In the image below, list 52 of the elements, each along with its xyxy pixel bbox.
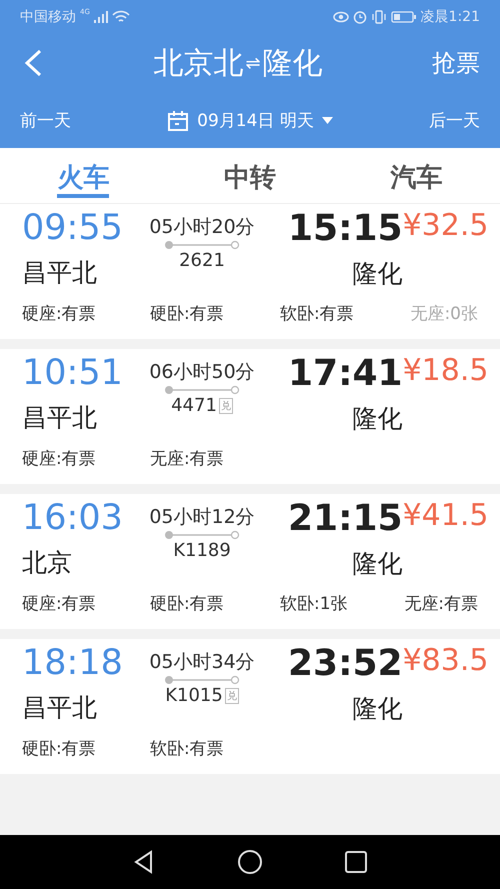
seat-availability: 硬卧:有票: [22, 738, 97, 760]
arrival-station: 隆化: [352, 403, 403, 435]
arrival-time: 15:15: [288, 208, 403, 249]
arrival-time: 17:41: [288, 353, 403, 394]
seat-availability: 无座:有票: [150, 448, 225, 470]
exchange-badge: 兑: [218, 398, 233, 414]
exchange-badge: 兑: [224, 688, 239, 704]
duration: 05小时20分: [149, 215, 255, 240]
origin-station: 北京北: [153, 44, 244, 82]
tab[interactable]: 汽车: [390, 148, 443, 198]
clock-time: 凌晨1:21: [420, 8, 480, 26]
departure-station: 北京: [22, 547, 73, 579]
train-card[interactable]: 10:51 昌平北 06小时50分 4471 兑 17:41 隆化 ¥18.5 硬座:有票 无座:有票: [0, 349, 500, 484]
train-number: K1015: [165, 685, 223, 706]
tab[interactable]: 中转: [224, 148, 276, 198]
ticket-price: ¥41.5: [402, 498, 488, 533]
departure-station: 昌平北: [22, 692, 98, 724]
seat-availability: 软卧:1张: [280, 593, 349, 615]
seat-availability: 无座:有票: [404, 593, 478, 615]
seat-availability: 无座:0张: [410, 303, 478, 325]
departure-station: 昌平北: [22, 402, 98, 434]
duration: 05小时34分: [149, 650, 255, 675]
train-card[interactable]: 18:18 昌平北 05小时34分 K1015 兑 23:52 隆化 ¥83.5 硬卧:有票 软卧:有票: [0, 639, 500, 774]
ticket-price: ¥18.5: [402, 353, 488, 388]
seat-availability: 硬座:有票: [22, 303, 97, 325]
departure-time: 18:18: [22, 643, 124, 683]
train-card[interactable]: 16:03 北京 05小时12分 K1189 21:15 隆化 ¥41.5 硬座:有票 硬卧:有票 软卧:1张 无座:有票: [0, 494, 500, 629]
destination-station: 隆化: [262, 44, 323, 82]
arrival-station: 隆化: [352, 258, 403, 290]
seat-availability: 硬卧:有票: [150, 303, 225, 325]
duration: 06小时50分: [149, 360, 255, 385]
ticket-price: ¥32.5: [402, 208, 488, 243]
train-number: 2621: [179, 250, 225, 271]
arrival-station: 隆化: [352, 548, 403, 580]
ticket-price: ¥83.5: [402, 643, 488, 678]
arrival-time: 23:52: [288, 643, 403, 684]
arrival-time: 21:15: [288, 498, 403, 539]
departure-time: 10:51: [22, 353, 124, 393]
train-number: K1189: [173, 540, 231, 561]
seat-availability: 硬座:有票: [22, 448, 97, 470]
departure-time: 09:55: [22, 208, 124, 248]
carrier-name: 中国移动: [20, 8, 76, 26]
seat-availability: 硬座:有票: [22, 593, 97, 615]
seat-availability: 软卧:有票: [150, 738, 225, 760]
duration: 05小时12分: [149, 505, 255, 530]
seat-availability: 硬卧:有票: [150, 593, 225, 615]
seat-availability: 软卧:有票: [280, 303, 355, 325]
departure-time: 16:03: [22, 498, 124, 538]
arrival-station: 隆化: [352, 693, 403, 725]
departure-station: 昌平北: [22, 257, 98, 289]
train-card[interactable]: 09:55 昌平北 05小时20分 2621 15:15 隆化 ¥32.5 硬座:有票 硬卧:有票 软卧:有票 无座:0张: [0, 204, 500, 339]
train-number: 4471: [171, 395, 217, 416]
